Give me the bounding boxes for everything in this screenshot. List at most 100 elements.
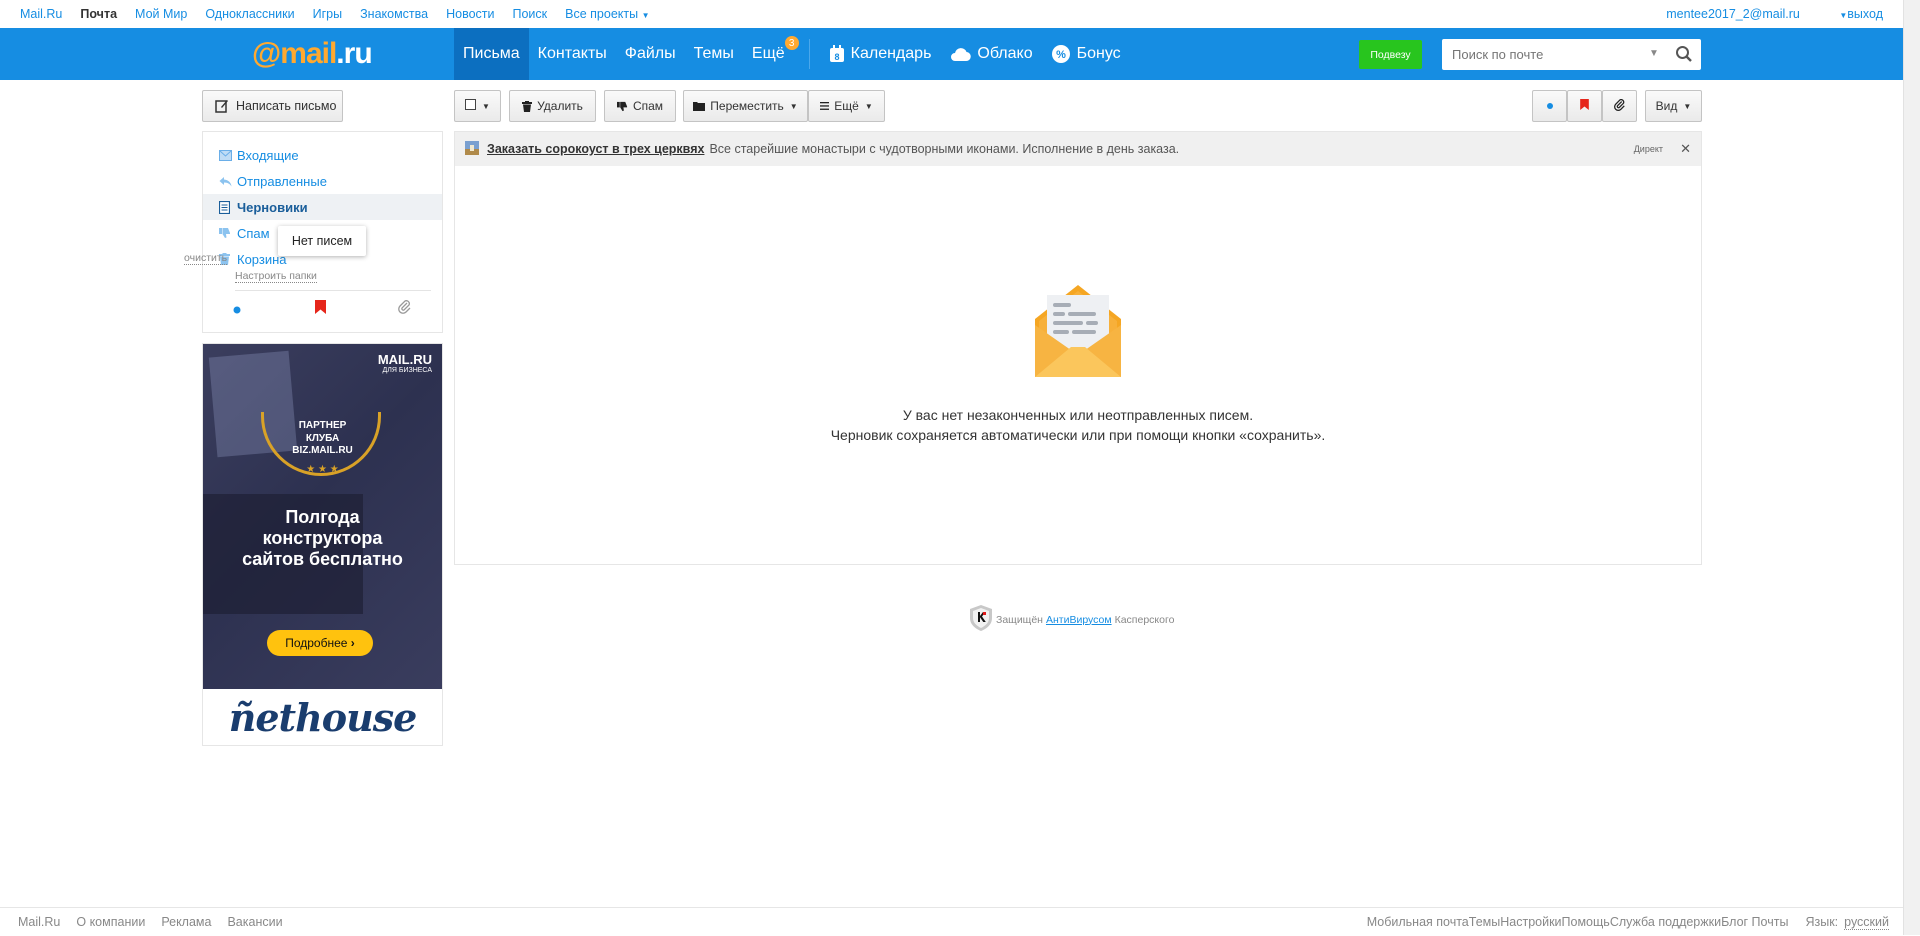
setup-folders-link[interactable]: Настроить папки — [235, 270, 317, 283]
flag-icon — [1580, 99, 1589, 113]
ad-more-button[interactable]: Подробнее › — [267, 630, 373, 656]
move-button[interactable]: Переместить ▼ — [683, 90, 808, 122]
nav-cloud[interactable]: Облако — [940, 28, 1041, 80]
cloud-icon — [949, 46, 972, 62]
main-nav: Письма Контакты Файлы Темы Ещё 3 8 Календ… — [454, 28, 1130, 80]
kasp-prefix: Защищён — [996, 613, 1043, 626]
footer-link-settings[interactable]: Настройки — [1500, 915, 1561, 929]
nav-letters[interactable]: Письма — [454, 28, 529, 80]
compose-button[interactable]: Написать письмо — [202, 90, 343, 122]
trash-icon — [522, 100, 533, 112]
footer-link-ads[interactable]: Реклама — [161, 915, 211, 929]
portal-link-poisk[interactable]: Поиск — [513, 7, 548, 21]
compose-label: Написать письмо — [236, 99, 337, 113]
footer-link-about[interactable]: О компании — [76, 915, 145, 929]
ad-partner-line: ПАРТНЕР — [298, 420, 347, 431]
ad-banner[interactable]: MAIL.RU ДЛЯ БИЗНЕСА ПАРТНЕР КЛУБА BIZ.MAI… — [202, 343, 443, 746]
footer-link-blog[interactable]: Блог Почты — [1721, 915, 1788, 929]
vertical-scrollbar[interactable] — [1903, 0, 1920, 935]
close-icon[interactable]: ✕ — [1680, 141, 1691, 157]
flag-filter-icon[interactable] — [315, 300, 326, 319]
direct-ad-line[interactable]: Заказать сорокоуст в трех церквях Все ст… — [455, 132, 1701, 166]
chevron-down-icon: ▼ — [864, 101, 873, 111]
unread-dot-icon — [1546, 99, 1554, 113]
logo-ru: ru — [343, 37, 373, 70]
podvezu-button[interactable]: Подвезу — [1359, 40, 1422, 69]
attachment-toggle-button[interactable] — [1602, 90, 1637, 122]
kaspersky-shield-icon — [970, 605, 992, 634]
direct-label[interactable]: Директ — [1634, 144, 1663, 154]
ad-partner-line: КЛУБА — [305, 432, 340, 444]
folder-inbox-label: Входящие — [237, 147, 299, 163]
unread-toggle-button[interactable] — [1532, 90, 1567, 122]
portal-link-odnoklassniki[interactable]: Одноклассники — [205, 7, 294, 21]
select-all-checkbox[interactable]: ▼ — [454, 90, 501, 122]
paperclip-icon — [1613, 98, 1626, 114]
portal-link-moy-mir[interactable]: Мой Мир — [135, 7, 187, 21]
more-badge: 3 — [784, 36, 799, 50]
footer-link-mobile[interactable]: Мобильная почта — [1367, 915, 1469, 929]
calendar-icon: 8 — [829, 45, 845, 63]
nethouse-logo: ñethouse — [203, 689, 442, 745]
folder-sent-label: Отправленные — [237, 173, 327, 189]
flag-toggle-button[interactable] — [1567, 90, 1602, 122]
no-letters-tooltip: Нет писем — [278, 226, 366, 256]
mailru-logo[interactable]: @mail.ru — [252, 37, 373, 71]
calendar-day: 8 — [834, 52, 839, 62]
user-area: mentee2017_2@mail.ru ▼ выход — [1630, 0, 1903, 28]
delete-label: Удалить — [537, 99, 583, 113]
clear-trash-link[interactable]: очистить — [184, 252, 228, 265]
direct-ad-text: Все старейшие монастыри с чудотворными и… — [709, 142, 1180, 156]
logo-at: @ — [252, 37, 281, 70]
footer-link-help[interactable]: Помощь — [1562, 915, 1610, 929]
nav-files[interactable]: Файлы — [616, 28, 685, 80]
search-options-dropdown-icon[interactable]: ▼ — [1649, 48, 1659, 59]
folder-inbox[interactable]: Входящие — [203, 142, 442, 168]
portal-link-pochta[interactable]: Почта — [80, 7, 117, 21]
empty-drafts-message: У вас нет незаконченных или неотправленн… — [455, 405, 1701, 445]
unread-filter-icon[interactable] — [232, 302, 242, 320]
folder-sent[interactable]: Отправленные — [203, 168, 442, 194]
portal-link-igry[interactable]: Игры — [313, 7, 342, 21]
inbox-icon — [219, 149, 233, 161]
chevron-down-icon: ▼ — [789, 101, 798, 111]
folder-icon — [693, 101, 706, 111]
ad-headline-line: Полгода — [285, 507, 360, 527]
portal-link-mailru[interactable]: Mail.Ru — [20, 7, 62, 21]
user-menu[interactable]: mentee2017_2@mail.ru ▼ — [1630, 7, 1847, 21]
search-input[interactable] — [1442, 47, 1632, 62]
footer-link-support[interactable]: Служба поддержки — [1610, 915, 1721, 929]
nav-bonus[interactable]: % Бонус — [1042, 28, 1130, 80]
attachment-filter-icon[interactable] — [398, 300, 412, 319]
language-selector[interactable]: русский — [1844, 915, 1889, 930]
move-label: Переместить — [710, 99, 784, 113]
more-button[interactable]: Ещё ▼ — [808, 90, 885, 122]
ad-more-label: Подробнее — [285, 636, 348, 650]
checkbox-icon — [465, 99, 477, 113]
footer-link-mailru[interactable]: Mail.Ru — [18, 915, 60, 929]
folder-drafts[interactable]: Черновики — [203, 194, 442, 220]
nav-more[interactable]: Ещё 3 — [743, 28, 799, 80]
spam-button[interactable]: Спам — [604, 90, 676, 122]
kaspersky-note: Защищён АнтиВирусом Касперского — [970, 605, 1174, 634]
nav-themes[interactable]: Темы — [685, 28, 743, 80]
portal-link-znakomstva[interactable]: Знакомства — [360, 7, 428, 21]
nav-calendar[interactable]: 8 Календарь — [820, 28, 941, 80]
search-icon[interactable] — [1675, 45, 1693, 68]
nav-more-label: Ещё — [751, 45, 785, 62]
direct-ad-title[interactable]: Заказать сорокоуст в трех церквях — [487, 142, 704, 156]
footer-link-themes[interactable]: Темы — [1469, 915, 1500, 929]
portal-link-novosti[interactable]: Новости — [446, 7, 494, 21]
ad-brand: MAIL.RU ДЛЯ БИЗНЕСА — [378, 352, 432, 374]
nav-cloud-label: Облако — [977, 45, 1033, 62]
footer-link-jobs[interactable]: Вакансии — [227, 915, 282, 929]
antivirus-link[interactable]: АнтиВирусом — [1046, 614, 1112, 626]
logout-link[interactable]: выход — [1847, 7, 1883, 21]
church-thumb-icon — [465, 140, 479, 158]
view-button[interactable]: Вид ▼ — [1645, 90, 1702, 122]
nav-contacts[interactable]: Контакты — [529, 28, 616, 80]
empty-line-1: У вас нет незаконченных или неотправленн… — [902, 407, 1254, 423]
delete-button[interactable]: Удалить — [509, 90, 596, 122]
portal-link-all-projects[interactable]: Все проекты ▼ — [565, 7, 649, 21]
thumbs-down-icon — [219, 227, 233, 239]
